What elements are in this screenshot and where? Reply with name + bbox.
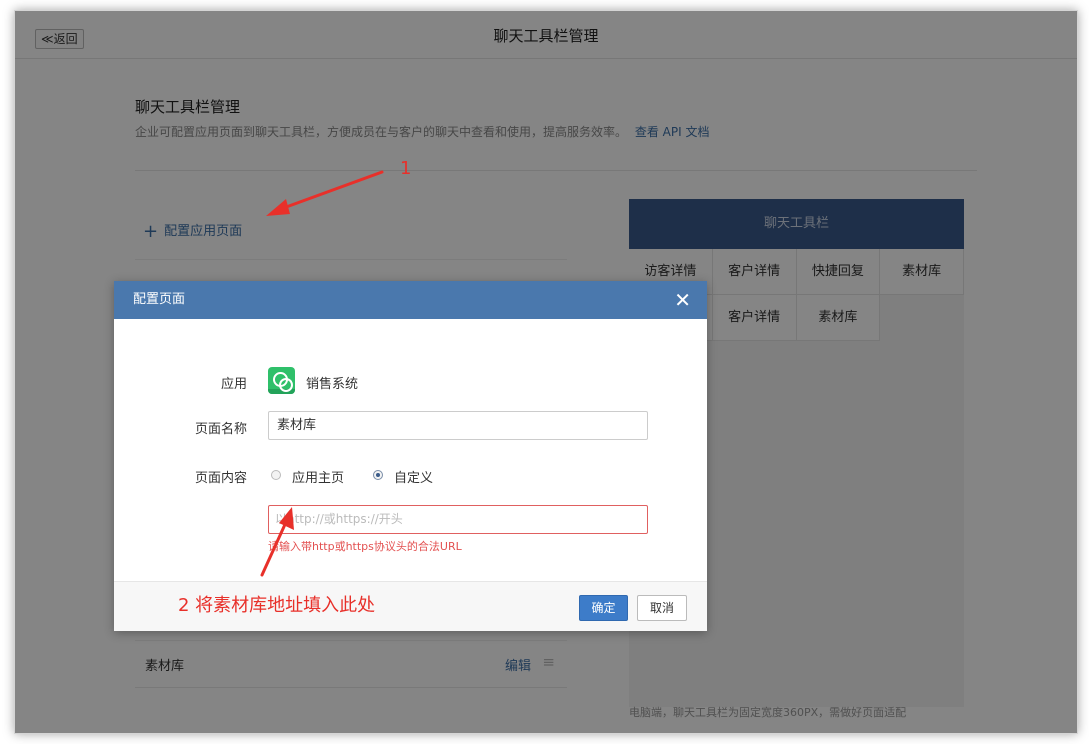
page-content-label: 页面内容 <box>194 471 247 486</box>
annotation-label-1: 1 <box>400 158 412 179</box>
annotation-label-2: 2 将素材库地址填入此处 <box>178 595 376 616</box>
app-link-icon <box>268 367 295 394</box>
cancel-button[interactable]: 取消 <box>637 595 687 621</box>
app-name: 销售系统 <box>306 377 359 392</box>
confirm-button[interactable]: 确定 <box>579 595 628 621</box>
dialog-title: 配置页面 <box>133 292 186 307</box>
url-input[interactable]: 以http://或https://开头 <box>268 505 648 534</box>
custom-radio[interactable] <box>373 470 383 480</box>
configure-page-dialog: 配置页面 ✕ 应用 销售系统 页面名称 素材库 页面内容 应用主页 自定义 以h… <box>114 281 707 631</box>
close-icon[interactable]: ✕ <box>674 281 691 319</box>
app-window: ≪返回 聊天工具栏管理 聊天工具栏管理 企业可配置应用页面到聊天工具栏，方便成员… <box>14 10 1078 734</box>
page-name-input[interactable]: 素材库 <box>268 411 648 440</box>
app-home-radio[interactable] <box>271 470 281 480</box>
dialog-header: 配置页面 ✕ <box>114 281 707 319</box>
app-home-option[interactable]: 应用主页 <box>292 467 344 486</box>
page-name-label: 页面名称 <box>194 422 247 437</box>
app-label: 应用 <box>220 377 247 392</box>
url-error-text: 请输入带http或https协议头的合法URL <box>268 540 462 553</box>
custom-option[interactable]: 自定义 <box>394 467 433 486</box>
